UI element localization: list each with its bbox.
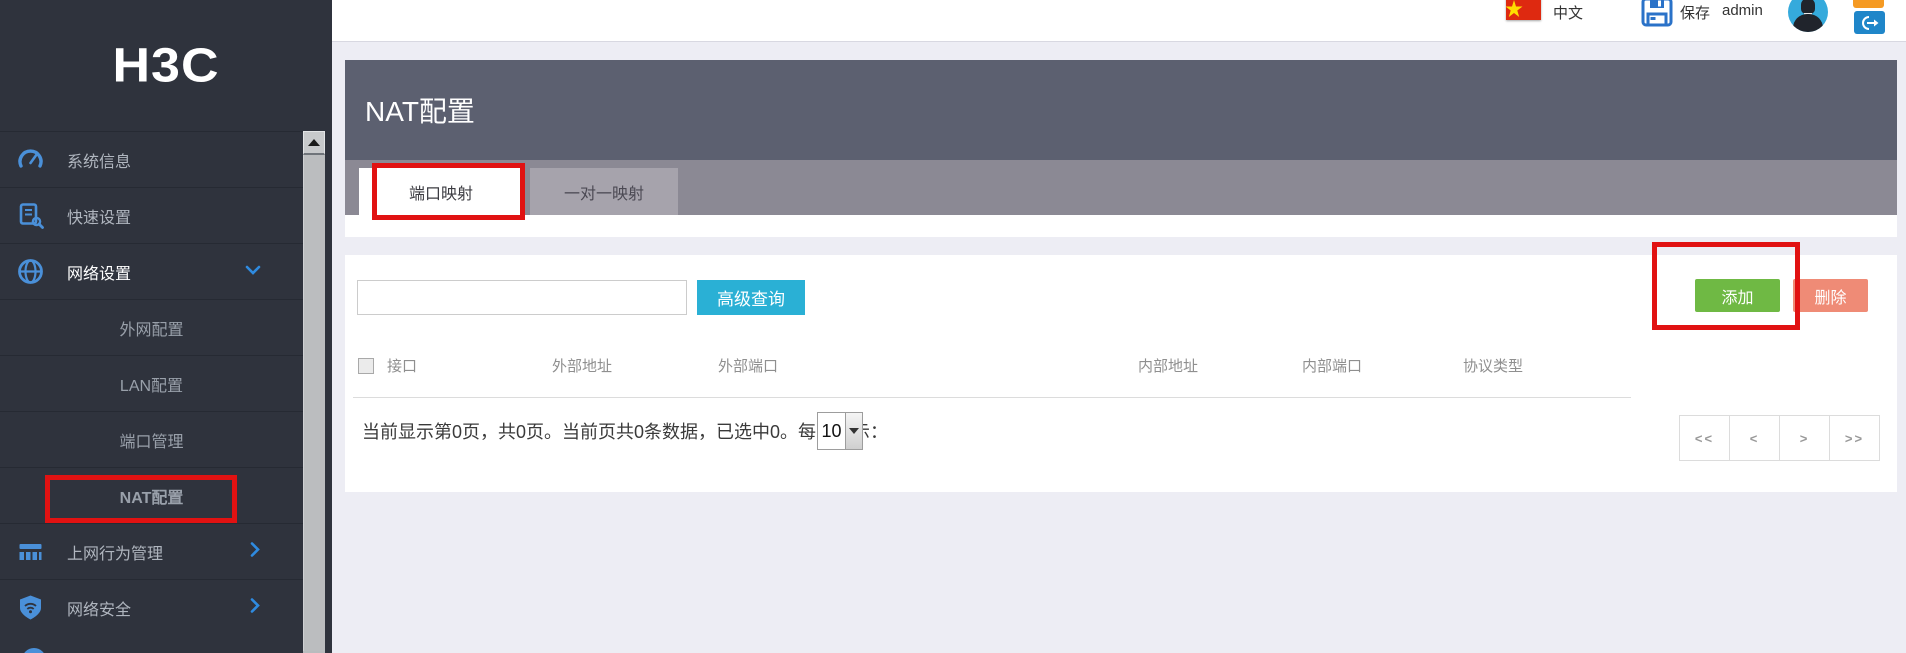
column-header-external-address: 外部地址 <box>552 358 613 375</box>
sidebar-item-label: 网络设置 <box>67 265 132 283</box>
column-header-internal-address: 内部地址 <box>1138 358 1199 375</box>
settings-shortcut-icon[interactable] <box>1853 0 1884 8</box>
app-screen: 中文 保存 admin H3C 系统信息 快速设置 网络设置 外网配置 LAN配… <box>0 0 1906 653</box>
column-header-external-port: 外部端口 <box>718 358 779 375</box>
sidebar-item-port-management[interactable]: 端口管理 <box>0 411 303 467</box>
column-header-protocol-type: 协议类型 <box>1463 358 1524 375</box>
save-icon[interactable] <box>1641 0 1673 32</box>
pager-next-button[interactable]: > <box>1779 415 1830 461</box>
sidebar-item-label: NAT配置 <box>119 489 184 507</box>
sidebar-item-system-info[interactable]: 系统信息 <box>0 131 303 187</box>
nat-rules-card: 高级查询 添加 删除 接口 外部地址 外部端口 内部地址 内部端口 协议类型 当… <box>345 255 1897 492</box>
sidebar-item-nat-config[interactable]: NAT配置 <box>0 467 303 523</box>
pager-last-button[interactable]: >> <box>1829 415 1880 461</box>
partial-menu-icon <box>22 648 46 653</box>
tab-bar: 端口映射 一对一映射 <box>345 160 1897 215</box>
tab-port-mapping[interactable]: 端口映射 <box>359 168 523 215</box>
tab-bottom-strip <box>345 215 1897 237</box>
page-size-select[interactable]: 10 <box>817 412 863 450</box>
sidebar-item-label: 快速设置 <box>67 209 132 227</box>
advanced-query-button[interactable]: 高级查询 <box>697 280 805 315</box>
sidebar-scrollbar[interactable] <box>303 131 325 653</box>
logo-area: H3C <box>0 0 332 131</box>
username-label: admin <box>1722 2 1763 19</box>
tab-one-to-one-mapping[interactable]: 一对一映射 <box>530 168 678 215</box>
sidebar-item-lan-config[interactable]: LAN配置 <box>0 355 303 411</box>
sidebar-item-label: 系统信息 <box>67 153 132 171</box>
scroll-up-arrow-icon <box>308 139 320 146</box>
sidebar-item-label: LAN配置 <box>119 377 184 395</box>
sidebar-item-label: 上网行为管理 <box>67 545 164 563</box>
shield-icon <box>17 594 44 621</box>
page-title: NAT配置 <box>365 96 475 127</box>
pagination-summary: 当前显示第0页，共0页。当前页共0条数据，已选中0。每页显示： <box>362 422 889 442</box>
page-size-value: 10 <box>821 420 842 441</box>
chevron-right-icon <box>249 541 261 562</box>
h3c-logo: H3C <box>112 38 220 93</box>
behavior-icon <box>17 538 44 565</box>
logout-icon[interactable] <box>1854 11 1885 34</box>
search-input[interactable] <box>357 280 687 315</box>
sidebar-item-network-security[interactable]: 网络安全 <box>0 579 303 635</box>
scrollbar-up-button[interactable] <box>303 131 325 155</box>
select-all-checkbox[interactable] <box>358 358 374 374</box>
add-button[interactable]: 添加 <box>1695 279 1780 312</box>
gauge-icon <box>17 146 44 173</box>
pager: << < > >> <box>1679 415 1880 461</box>
save-label[interactable]: 保存 <box>1680 2 1710 23</box>
chevron-right-icon <box>249 597 261 618</box>
column-header-internal-port: 内部端口 <box>1302 358 1363 375</box>
sidebar-item-label: 网络安全 <box>67 601 132 619</box>
delete-button[interactable]: 删除 <box>1793 279 1868 312</box>
quick-setup-icon <box>17 202 44 229</box>
sidebar-item-wan-config[interactable]: 外网配置 <box>0 299 303 355</box>
sidebar-item-quick-setup[interactable]: 快速设置 <box>0 187 303 243</box>
sidebar-item-network-settings[interactable]: 网络设置 <box>0 243 303 299</box>
column-header-interface: 接口 <box>387 358 418 375</box>
pager-prev-button[interactable]: < <box>1729 415 1780 461</box>
chevron-down-icon <box>245 263 261 281</box>
dropdown-button[interactable] <box>845 413 862 449</box>
avatar-figure <box>1801 0 1815 14</box>
china-flag-icon[interactable] <box>1505 0 1541 20</box>
dropdown-arrow-icon <box>849 428 859 434</box>
sidebar-item-behavior-management[interactable]: 上网行为管理 <box>0 523 303 579</box>
globe-icon <box>17 258 44 285</box>
language-label[interactable]: 中文 <box>1553 2 1583 23</box>
sidebar-menu: 系统信息 快速设置 网络设置 外网配置 LAN配置 端口管理 NAT配置 上网行… <box>0 131 303 635</box>
scrollbar-thumb[interactable] <box>303 155 325 651</box>
table-separator <box>353 397 1631 398</box>
sidebar-item-label: 端口管理 <box>119 433 184 451</box>
sidebar: H3C 系统信息 快速设置 网络设置 外网配置 LAN配置 端口管理 NAT配置… <box>0 0 332 653</box>
pager-first-button[interactable]: << <box>1679 415 1730 461</box>
sidebar-item-label: 外网配置 <box>119 321 184 339</box>
content-header: NAT配置 <box>345 60 1897 160</box>
user-avatar[interactable] <box>1788 0 1828 32</box>
